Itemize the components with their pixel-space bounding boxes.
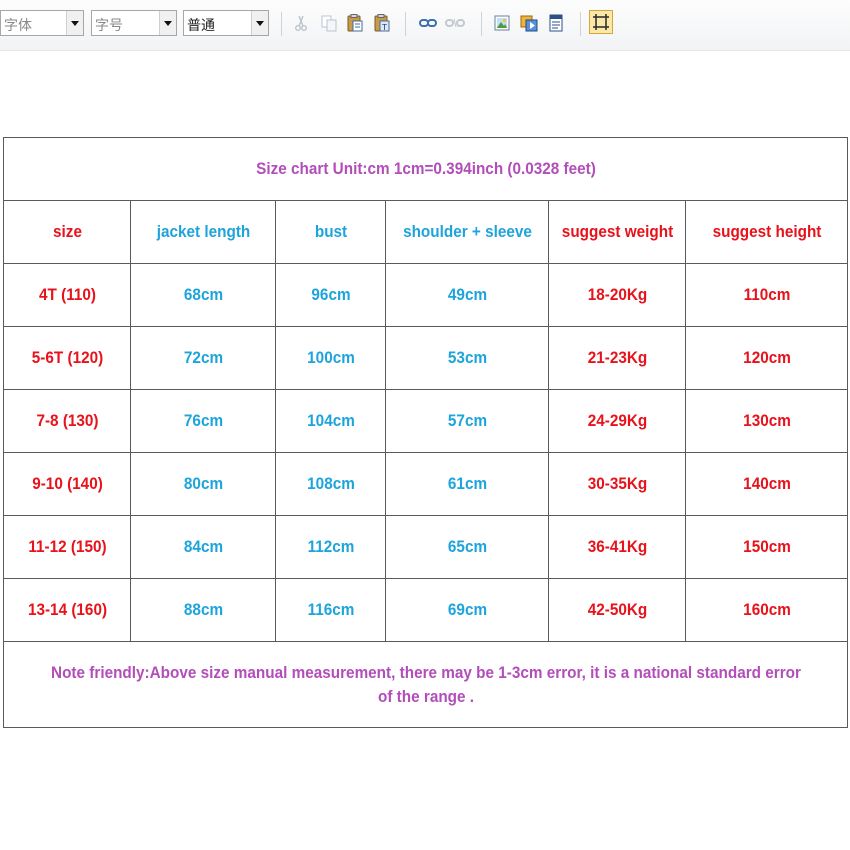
cell-suggest-height: 110cm (693, 263, 840, 327)
cell-suggest-weight: 42-50Kg (554, 578, 680, 642)
unlink-icon[interactable] (445, 13, 465, 33)
table-title-row: Size chart Unit:cm 1cm=0.394inch (0.0328… (4, 137, 848, 201)
link-icon[interactable] (418, 13, 438, 33)
cell-size: 11-12 (150) (9, 515, 125, 579)
cell-bust: 108cm (280, 452, 381, 516)
size-chart-note: Note friendly:Above size manual measurem… (45, 641, 806, 728)
header-bust: bust (280, 200, 381, 264)
table-note-row: Note friendly:Above size manual measurem… (4, 641, 848, 728)
cell-suggest-weight: 36-41Kg (554, 515, 680, 579)
svg-text:T: T (381, 23, 387, 32)
size-chart-title: Size chart Unit:cm 1cm=0.394inch (0.0328… (45, 137, 806, 201)
table-row: 9-10 (140) 80cm 108cm 61cm 30-35Kg 140cm (4, 452, 848, 516)
font-family-select-text: 字体 (4, 18, 32, 34)
font-size-select[interactable]: 字号 (91, 10, 177, 36)
cell-jacket-length: 88cm (137, 578, 269, 642)
table-header-row: size jacket length bust shoulder + sleev… (4, 200, 848, 264)
insert-image-icon[interactable] (492, 13, 512, 33)
table-row: 4T (110) 68cm 96cm 49cm 18-20Kg 110cm (4, 263, 848, 327)
cell-suggest-height: 120cm (693, 326, 840, 390)
size-chart-table: Size chart Unit:cm 1cm=0.394inch (0.0328… (3, 137, 848, 728)
cell-suggest-weight: 18-20Kg (554, 263, 680, 327)
cell-bust: 112cm (280, 515, 381, 579)
insert-file-icon[interactable] (546, 13, 566, 33)
header-suggest-height: suggest height (693, 200, 840, 264)
cell-suggest-height: 140cm (693, 452, 840, 516)
chevron-down-icon[interactable] (159, 11, 176, 35)
cell-suggest-height: 130cm (693, 389, 840, 453)
editor-toolbar: 字体 字号 普通 T (0, 0, 850, 51)
cell-jacket-length: 72cm (137, 326, 269, 390)
cell-shoulder-sleeve: 49cm (393, 263, 541, 327)
header-suggest-weight: suggest weight (554, 200, 680, 264)
toolbar-separator (281, 12, 282, 36)
cell-size: 4T (110) (9, 263, 125, 327)
toolbar-separator (580, 12, 581, 36)
insert-flash-icon[interactable] (519, 13, 539, 33)
cell-shoulder-sleeve: 69cm (393, 578, 541, 642)
fullscreen-icon[interactable] (589, 10, 613, 34)
cell-size: 9-10 (140) (9, 452, 125, 516)
toolbar-separator (481, 12, 482, 36)
cell-suggest-weight: 21-23Kg (554, 326, 680, 390)
table-row: 11-12 (150) 84cm 112cm 65cm 36-41Kg 150c… (4, 515, 848, 579)
cell-size: 13-14 (160) (9, 578, 125, 642)
header-shoulder-sleeve: shoulder + sleeve (393, 200, 541, 264)
toolbar-separator (405, 12, 406, 36)
cell-bust: 100cm (280, 326, 381, 390)
cell-jacket-length: 68cm (137, 263, 269, 327)
cell-size: 7-8 (130) (9, 389, 125, 453)
table-row: 13-14 (160) 88cm 116cm 69cm 42-50Kg 160c… (4, 578, 848, 642)
cell-shoulder-sleeve: 57cm (393, 389, 541, 453)
cell-shoulder-sleeve: 61cm (393, 452, 541, 516)
cell-jacket-length: 80cm (137, 452, 269, 516)
cell-bust: 104cm (280, 389, 381, 453)
copy-icon[interactable] (319, 13, 339, 33)
paragraph-format-select-text: 普通 (187, 18, 215, 34)
cell-suggest-weight: 24-29Kg (554, 389, 680, 453)
chevron-down-icon[interactable] (66, 11, 83, 35)
table-row: 7-8 (130) 76cm 104cm 57cm 24-29Kg 130cm (4, 389, 848, 453)
cell-suggest-weight: 30-35Kg (554, 452, 680, 516)
paste-text-icon[interactable]: T (372, 13, 392, 33)
cell-bust: 96cm (280, 263, 381, 327)
paragraph-format-select[interactable]: 普通 (183, 10, 269, 36)
cell-jacket-length: 76cm (137, 389, 269, 453)
font-family-select[interactable]: 字体 (0, 10, 84, 36)
chevron-down-icon[interactable] (251, 11, 268, 35)
header-jacket-length: jacket length (137, 200, 269, 264)
header-size: size (9, 200, 125, 264)
font-size-select-text: 字号 (95, 18, 123, 34)
table-row: 5-6T (120) 72cm 100cm 53cm 21-23Kg 120cm (4, 326, 848, 390)
cell-shoulder-sleeve: 65cm (393, 515, 541, 579)
cell-size: 5-6T (120) (9, 326, 125, 390)
paste-icon[interactable] (345, 13, 365, 33)
cell-bust: 116cm (280, 578, 381, 642)
cell-jacket-length: 84cm (137, 515, 269, 579)
cell-shoulder-sleeve: 53cm (393, 326, 541, 390)
cell-suggest-height: 150cm (693, 515, 840, 579)
cut-icon[interactable] (291, 13, 311, 33)
cell-suggest-height: 160cm (693, 578, 840, 642)
